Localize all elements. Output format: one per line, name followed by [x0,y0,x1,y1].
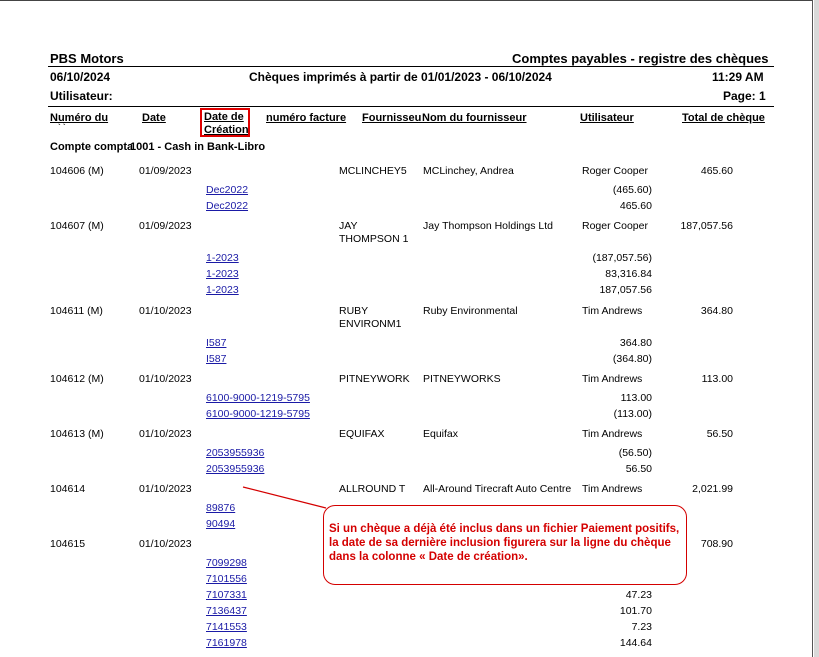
report-page: PBS Motors Comptes payables - registre d… [0,0,819,657]
callout-note: Si un chèque a déjà été inclus dans un f… [323,505,687,585]
